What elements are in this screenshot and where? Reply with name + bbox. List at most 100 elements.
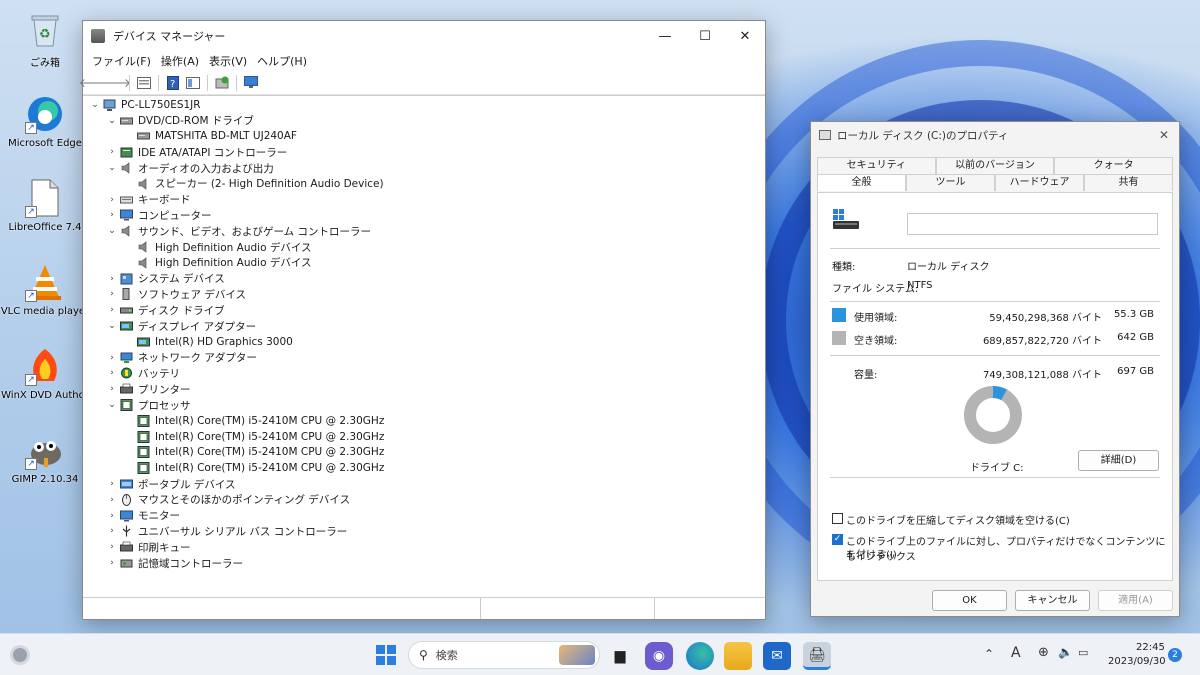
tray-chevron-icon[interactable]: ⌃ bbox=[984, 647, 994, 661]
chevron-down-icon[interactable]: ⌄ bbox=[106, 116, 118, 126]
device-category[interactable]: › バッテリ bbox=[83, 366, 765, 382]
speaker-icon[interactable]: 🔈 bbox=[1058, 645, 1073, 659]
chevron-right-icon[interactable]: › bbox=[106, 558, 118, 568]
device-item[interactable]: MATSHITA BD-MLT UJ240AF bbox=[83, 129, 765, 145]
device-item[interactable]: High Definition Audio デバイス bbox=[83, 255, 765, 271]
tab-2[interactable]: クォータ bbox=[1054, 157, 1174, 174]
device-category[interactable]: › ディスク ドライブ bbox=[83, 302, 765, 318]
chevron-right-icon[interactable]: › bbox=[106, 542, 118, 552]
chevron-down-icon[interactable]: ⌄ bbox=[106, 163, 118, 173]
device-item[interactable]: Intel(R) Core(TM) i5-2410M CPU @ 2.30GHz bbox=[83, 413, 765, 429]
device-category[interactable]: › ネットワーク アダプター bbox=[83, 350, 765, 366]
desktop-icon-winx-dvd[interactable]: ↗ WinX DVD Author bbox=[0, 346, 90, 401]
file-explorer-icon[interactable] bbox=[724, 642, 752, 670]
properties-icon[interactable] bbox=[136, 75, 152, 91]
device-item[interactable]: Intel(R) Core(TM) i5-2410M CPU @ 2.30GHz bbox=[83, 445, 765, 461]
chevron-right-icon[interactable]: › bbox=[106, 147, 118, 157]
chevron-down-icon[interactable]: ⌄ bbox=[89, 100, 101, 110]
tab-6[interactable]: 共有 bbox=[1084, 174, 1173, 191]
tab-4[interactable]: ツール bbox=[906, 174, 995, 191]
device-manager-titlebar[interactable]: デバイス マネージャー — ☐ ✕ bbox=[83, 21, 765, 51]
device-category[interactable]: › ユニバーサル シリアル バス コントローラー bbox=[83, 524, 765, 540]
edge-taskbar-icon[interactable] bbox=[686, 642, 714, 670]
chevron-right-icon[interactable]: › bbox=[106, 305, 118, 315]
menu-item[interactable]: ファイル(F) bbox=[87, 53, 156, 69]
chevron-right-icon[interactable]: › bbox=[106, 274, 118, 284]
chevron-right-icon[interactable]: › bbox=[106, 289, 118, 299]
menu-item[interactable]: ヘルプ(H) bbox=[252, 53, 312, 69]
cancel-button[interactable]: キャンセル bbox=[1015, 590, 1090, 611]
device-category[interactable]: › キーボード bbox=[83, 192, 765, 208]
forward-arrow-icon[interactable]: 🡒 bbox=[99, 75, 131, 91]
device-category[interactable]: ⌄ ディスプレイ アダプター bbox=[83, 318, 765, 334]
apply-button[interactable]: 適用(A) bbox=[1098, 590, 1173, 611]
close-button[interactable]: ✕ bbox=[725, 21, 765, 51]
clock-date[interactable]: 2023/09/30 bbox=[1108, 656, 1166, 667]
index-checkbox[interactable]: ✓ bbox=[832, 534, 843, 545]
menu-item[interactable]: 表示(V) bbox=[204, 53, 252, 69]
mail-icon[interactable]: ✉ bbox=[763, 642, 791, 670]
device-category[interactable]: › プリンター bbox=[83, 381, 765, 397]
device-category[interactable]: › 印刷キュー bbox=[83, 539, 765, 555]
scan-hardware-icon[interactable] bbox=[243, 75, 259, 91]
update-driver-icon[interactable] bbox=[214, 75, 230, 91]
device-category[interactable]: › マウスとそのほかのポインティング デバイス bbox=[83, 492, 765, 508]
notification-badge[interactable]: 2 bbox=[1168, 648, 1182, 662]
minimize-button[interactable]: — bbox=[645, 21, 685, 51]
ok-button[interactable]: OK bbox=[932, 590, 1007, 611]
device-category[interactable]: › コンピューター bbox=[83, 208, 765, 224]
device-manager-taskbar-icon[interactable]: 🖨 bbox=[803, 642, 831, 670]
chevron-right-icon[interactable]: › bbox=[106, 495, 118, 505]
clock-time[interactable]: 22:45 bbox=[1136, 642, 1165, 653]
task-view-icon[interactable]: ▆ bbox=[606, 642, 634, 670]
maximize-button[interactable]: ☐ bbox=[685, 21, 725, 51]
chevron-right-icon[interactable]: › bbox=[106, 210, 118, 220]
device-category[interactable]: › ポータブル デバイス bbox=[83, 476, 765, 492]
chevron-right-icon[interactable]: › bbox=[106, 368, 118, 378]
chevron-right-icon[interactable]: › bbox=[106, 195, 118, 205]
compress-checkbox[interactable] bbox=[832, 513, 843, 524]
chevron-right-icon[interactable]: › bbox=[106, 353, 118, 363]
chevron-right-icon[interactable]: › bbox=[106, 511, 118, 521]
view-icon[interactable] bbox=[185, 75, 201, 91]
device-item[interactable]: Intel(R) Core(TM) i5-2410M CPU @ 2.30GHz bbox=[83, 460, 765, 476]
start-button[interactable] bbox=[375, 644, 397, 666]
device-category[interactable]: ⌄ オーディオの入力および出力 bbox=[83, 160, 765, 176]
chevron-right-icon[interactable]: › bbox=[106, 526, 118, 536]
desktop-icon-gimp[interactable]: ↗ GIMP 2.10.34 bbox=[0, 430, 90, 485]
close-button[interactable]: ✕ bbox=[1149, 128, 1179, 142]
chevron-right-icon[interactable]: › bbox=[106, 384, 118, 394]
device-item[interactable]: High Definition Audio デバイス bbox=[83, 239, 765, 255]
desktop-icon-edge[interactable]: ↗ Microsoft Edge bbox=[0, 94, 90, 149]
desktop-icon-libreoffice[interactable]: ↗ LibreOffice 7.4 bbox=[0, 178, 90, 233]
tab-0[interactable]: セキュリティ bbox=[817, 157, 936, 174]
tab-general[interactable]: 全般 bbox=[817, 174, 906, 191]
help-icon[interactable]: ? bbox=[165, 75, 181, 91]
chevron-down-icon[interactable]: ⌄ bbox=[106, 400, 118, 410]
chevron-down-icon[interactable]: ⌄ bbox=[106, 321, 118, 331]
device-category[interactable]: ⌄ サウンド、ビデオ、およびゲーム コントローラー bbox=[83, 223, 765, 239]
tab-1[interactable]: 以前のバージョン bbox=[935, 157, 1055, 174]
ime-indicator[interactable]: A bbox=[1011, 645, 1021, 661]
battery-icon[interactable]: ▭ bbox=[1078, 646, 1088, 659]
desktop-icon-recycle-bin[interactable]: ♻ ごみ箱 bbox=[0, 10, 90, 69]
device-category[interactable]: ⌄ DVD/CD-ROM ドライブ bbox=[83, 113, 765, 129]
device-item[interactable]: Intel(R) Core(TM) i5-2410M CPU @ 2.30GHz bbox=[83, 429, 765, 445]
computer-node[interactable]: ⌄ PC-LL750ES1JR bbox=[83, 97, 765, 113]
chat-icon[interactable]: ◉ bbox=[645, 642, 673, 670]
volume-label-input[interactable] bbox=[907, 213, 1158, 235]
desktop-icon-vlc[interactable]: ↗ VLC media player bbox=[0, 262, 90, 317]
network-icon[interactable]: ⊕ bbox=[1038, 645, 1049, 660]
device-category[interactable]: › システム デバイス bbox=[83, 271, 765, 287]
device-category[interactable]: › ソフトウェア デバイス bbox=[83, 287, 765, 303]
device-item[interactable]: Intel(R) HD Graphics 3000 bbox=[83, 334, 765, 350]
details-button[interactable]: 詳細(D) bbox=[1078, 450, 1159, 471]
device-category[interactable]: ⌄ プロセッサ bbox=[83, 397, 765, 413]
tab-5[interactable]: ハードウェア bbox=[995, 174, 1084, 191]
device-category[interactable]: › IDE ATA/ATAPI コントローラー bbox=[83, 144, 765, 160]
taskbar-search-box[interactable]: ⚲ 検索 bbox=[408, 641, 600, 669]
chevron-right-icon[interactable]: › bbox=[106, 479, 118, 489]
device-item[interactable]: スピーカー (2- High Definition Audio Device) bbox=[83, 176, 765, 192]
dialog-titlebar[interactable]: ローカル ディスク (C:)のプロパティ ✕ bbox=[811, 122, 1179, 148]
widgets-icon[interactable] bbox=[10, 645, 30, 665]
